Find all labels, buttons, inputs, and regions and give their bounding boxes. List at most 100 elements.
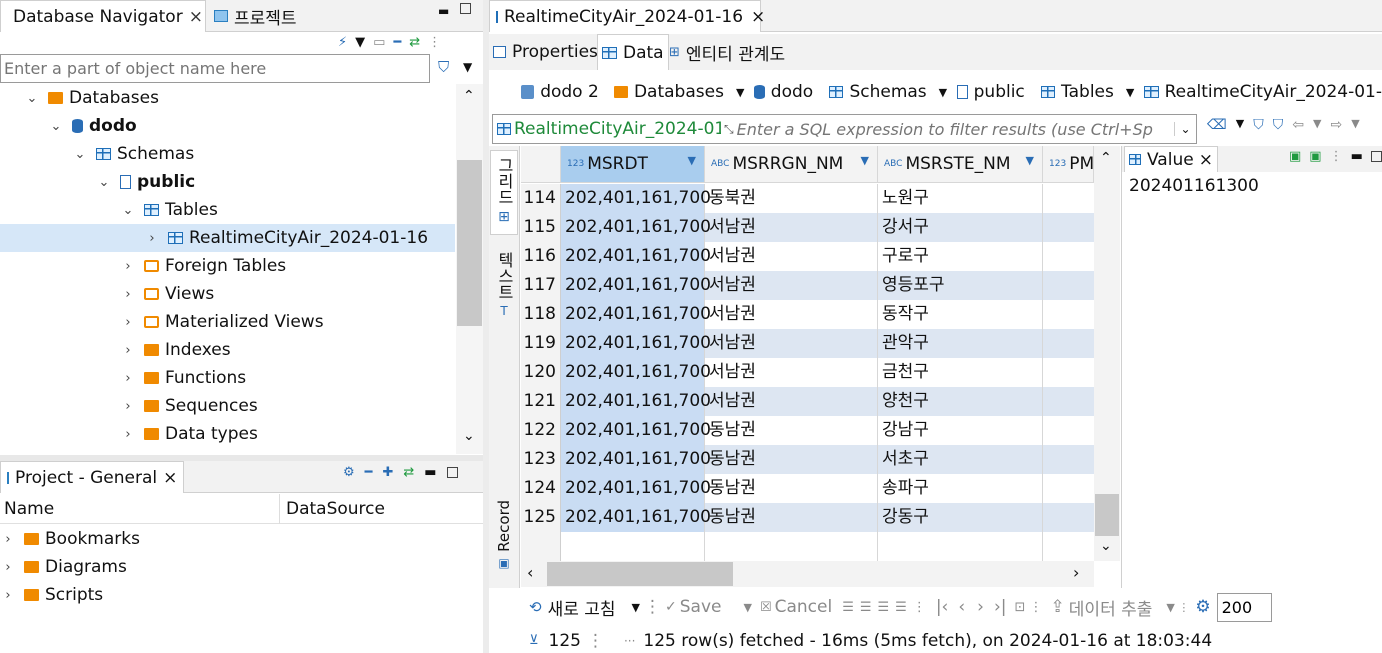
side-tab-record[interactable]: Record ▣ <box>490 500 518 582</box>
table-row[interactable]: 115 202,401,161,700 서남권 강서구 <box>521 213 1094 242</box>
filter-settings-icon[interactable]: ⛉ <box>1253 117 1264 133</box>
chevron-right-icon[interactable]: › <box>120 399 136 414</box>
breadcrumb-schemas[interactable]: Schemas <box>849 82 926 102</box>
tab-project-general[interactable]: Project - General × <box>0 461 184 493</box>
row-number[interactable]: 115 <box>521 213 561 242</box>
collapse-all-icon[interactable]: ━ <box>393 35 401 50</box>
cell-pm[interactable] <box>1043 242 1094 271</box>
table-row[interactable]: 120 202,401,161,700 서남권 금천구 <box>521 358 1094 387</box>
column-name[interactable]: Name <box>4 499 54 519</box>
object-filter-input[interactable] <box>1 55 429 82</box>
cell-msrste-nm[interactable]: 서초구 <box>878 445 1043 474</box>
chevron-right-icon[interactable]: › <box>120 427 136 442</box>
chevron-down-icon[interactable]: ⌄ <box>120 203 136 218</box>
link-with-editor-icon[interactable]: ⇄ <box>409 35 420 50</box>
row-number[interactable]: 124 <box>521 474 561 503</box>
table-row[interactable]: 124 202,401,161,700 동남권 송파구 <box>521 474 1094 503</box>
table-row[interactable]: 116 202,401,161,700 서남권 구로구 <box>521 242 1094 271</box>
close-icon[interactable]: × <box>189 7 203 27</box>
cell-msrste-nm[interactable]: 노원구 <box>878 184 1043 213</box>
cell-msrdt[interactable]: 202,401,161,700 <box>561 416 711 445</box>
chevron-right-icon[interactable]: › <box>120 315 136 330</box>
cell-msrrgn-nm[interactable]: 서남권 <box>705 242 878 271</box>
subtab-properties[interactable]: Properties <box>489 36 602 68</box>
tree-item-foreign-tables[interactable]: › Foreign Tables <box>0 252 455 280</box>
cell-msrrgn-nm[interactable]: 서남권 <box>705 387 878 416</box>
project-item-scripts[interactable]: › Scripts <box>0 581 483 609</box>
dropdown-icon[interactable]: ▼ <box>1351 117 1359 133</box>
dropdown-icon[interactable]: ▼ <box>939 86 947 99</box>
row-number[interactable]: 116 <box>521 242 561 271</box>
row-number[interactable]: 117 <box>521 271 561 300</box>
cell-pm[interactable] <box>1043 474 1094 503</box>
sort-icon[interactable]: ▼ <box>688 154 696 167</box>
cell-msrdt[interactable]: 202,401,161,700 <box>561 445 711 474</box>
chevron-down-icon[interactable]: ⌄ <box>72 147 88 162</box>
cell-msrste-nm[interactable]: 강남구 <box>878 416 1043 445</box>
chevron-right-icon[interactable]: › <box>120 371 136 386</box>
tree-item-sequences[interactable]: › Sequences <box>0 392 455 420</box>
chevron-right-icon[interactable]: › <box>0 588 16 603</box>
tree-item-data-types[interactable]: › Data types <box>0 420 455 448</box>
grid-horizontal-scrollbar[interactable]: ‹ › <box>521 561 1094 587</box>
table-row[interactable]: 123 202,401,161,700 동남권 서초구 <box>521 445 1094 474</box>
cell-pm[interactable] <box>1043 213 1094 242</box>
edit-icons[interactable]: ☰☰☰☰⋮ <box>842 600 932 615</box>
cell-msrrgn-nm[interactable]: 동남권 <box>705 445 878 474</box>
connect-icon[interactable]: ⚡ <box>338 35 347 50</box>
cell-msrste-nm[interactable]: 영등포구 <box>878 271 1043 300</box>
view-menu-icon[interactable]: ⋮ <box>428 35 441 50</box>
cell-pm[interactable] <box>1043 300 1094 329</box>
row-number[interactable]: 122 <box>521 416 561 445</box>
row-number[interactable]: 123 <box>521 445 561 474</box>
expand-filter-icon[interactable]: ⤡ <box>724 122 734 137</box>
scroll-left-icon[interactable]: ‹ <box>527 563 533 582</box>
cell-pm[interactable] <box>1043 387 1094 416</box>
tree-item-functions[interactable]: › Functions <box>0 364 455 392</box>
cell-msrste-nm[interactable]: 동작구 <box>878 300 1043 329</box>
scroll-down-icon[interactable]: ⌄ <box>463 428 475 444</box>
tree-item-schemas[interactable]: ⌄ Schemas <box>0 140 455 168</box>
link-icon[interactable]: ⇄ <box>403 465 414 480</box>
breadcrumb-database[interactable]: dodo <box>771 82 813 102</box>
tree-item-views[interactable]: › Views <box>0 280 455 308</box>
cell-msrrgn-nm[interactable]: 서남권 <box>705 213 878 242</box>
side-tab-text[interactable]: 텍스트 T <box>490 248 518 328</box>
cell-msrrgn-nm[interactable]: 동남권 <box>705 474 878 503</box>
cell-msrdt[interactable]: 202,401,161,700 <box>561 242 711 271</box>
column-datasource[interactable]: DataSource <box>286 499 385 519</box>
scroll-thumb[interactable] <box>457 160 482 326</box>
filter-icon[interactable]: ⛉ <box>1273 117 1284 133</box>
breadcrumb-schema[interactable]: public <box>974 82 1025 102</box>
dropdown-icon[interactable]: ▼ <box>1313 117 1321 133</box>
fetch-size-input[interactable] <box>1216 592 1272 622</box>
tab-database-navigator[interactable]: Database Navigator × <box>0 0 206 32</box>
breadcrumb-tables[interactable]: Tables <box>1061 82 1114 102</box>
cell-pm[interactable] <box>1043 358 1094 387</box>
chevron-right-icon[interactable]: › <box>0 532 16 547</box>
breadcrumb-table[interactable]: RealtimeCityAir_2024-01- <box>1165 82 1382 102</box>
grid-vertical-scrollbar[interactable]: ⌃ ⌄ <box>1094 146 1120 561</box>
minimize-icon[interactable]: ▬ <box>424 465 436 480</box>
last-page-icon[interactable]: ›| <box>994 597 1007 617</box>
table-row[interactable]: 117 202,401,161,700 서남권 영등포구 <box>521 271 1094 300</box>
row-number[interactable]: 120 <box>521 358 561 387</box>
cell-msrdt[interactable]: 202,401,161,700 <box>561 213 711 242</box>
dropdown-icon[interactable]: ▼ <box>632 601 640 614</box>
cell-pm[interactable] <box>1043 416 1094 445</box>
tree-item-databases[interactable]: ⌄ Databases <box>0 84 455 112</box>
chevron-right-icon[interactable]: › <box>120 343 136 358</box>
refresh-button[interactable]: 새로 고침 <box>548 595 616 620</box>
sort-icon[interactable]: ▼ <box>1026 154 1034 167</box>
view-menu-icon[interactable]: ⋮ <box>1330 149 1343 164</box>
export-icon[interactable]: ⇪ <box>1051 597 1065 617</box>
column-header-pm[interactable]: 123 PM <box>1043 146 1094 183</box>
chevron-right-icon[interactable]: › <box>120 287 136 302</box>
row-number[interactable]: 121 <box>521 387 561 416</box>
filter-history-icon[interactable]: ⌄ <box>1174 122 1196 136</box>
cell-msrrgn-nm[interactable]: 동남권 <box>705 503 878 532</box>
row-number[interactable]: 119 <box>521 329 561 358</box>
maximize-icon[interactable] <box>460 3 471 14</box>
close-icon[interactable]: × <box>1199 150 1213 170</box>
tree-item-materialized-views[interactable]: › Materialized Views <box>0 308 455 336</box>
